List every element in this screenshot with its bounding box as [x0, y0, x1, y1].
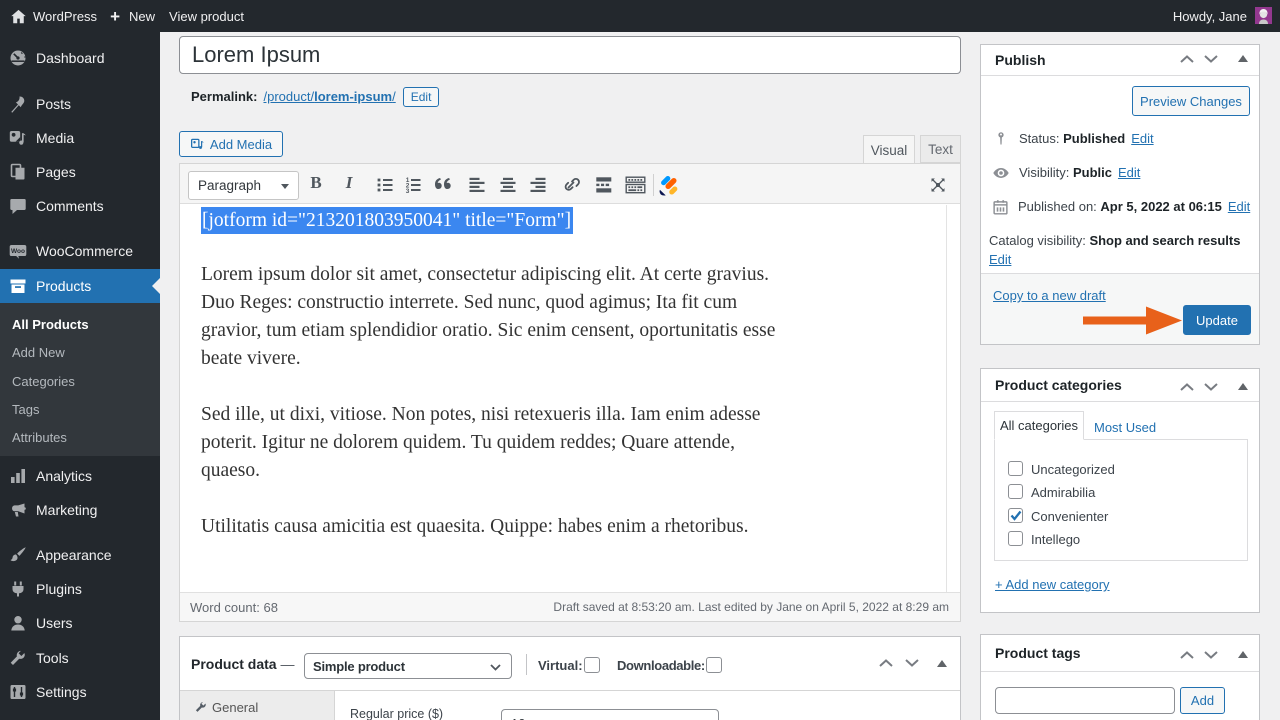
svg-text:Woo: Woo [11, 248, 25, 255]
svg-text:3: 3 [406, 188, 410, 195]
